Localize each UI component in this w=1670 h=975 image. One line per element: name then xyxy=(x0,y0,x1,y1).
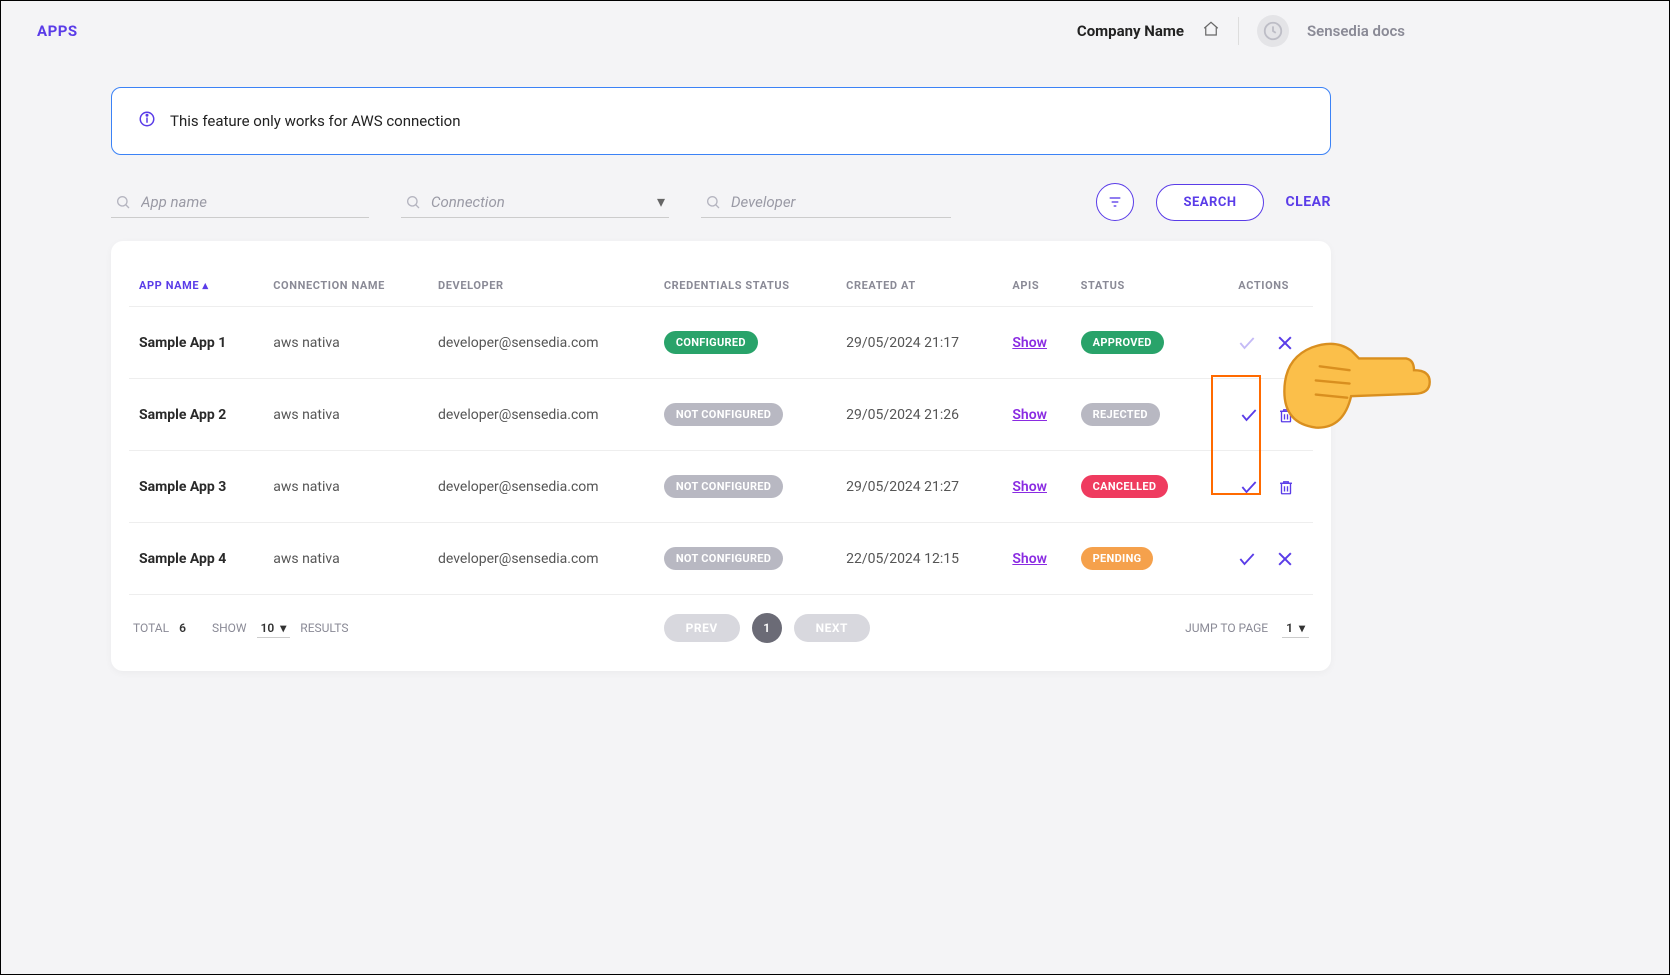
home-icon[interactable] xyxy=(1202,20,1220,42)
filter-app-name[interactable] xyxy=(111,187,369,218)
banner-text: This feature only works for AWS connecti… xyxy=(170,112,461,130)
chevron-down-icon[interactable]: ▾ xyxy=(657,192,665,211)
cell-app-name: Sample App 2 xyxy=(129,379,263,451)
chevron-down-icon: ▾ xyxy=(280,621,286,635)
connection-input[interactable] xyxy=(431,193,630,211)
total-label: TOTAL xyxy=(133,621,169,635)
search-icon xyxy=(115,194,131,210)
cell-connection: aws nativa xyxy=(263,451,428,523)
info-banner: This feature only works for AWS connecti… xyxy=(111,87,1331,155)
cell-created: 22/05/2024 12:15 xyxy=(836,523,1002,595)
col-actions: ACTIONS xyxy=(1205,265,1313,307)
apps-table: APP NAME ▴ CONNECTION NAME DEVELOPER CRE… xyxy=(129,265,1313,595)
cell-created: 29/05/2024 21:26 xyxy=(836,379,1002,451)
cell-developer: developer@sensedia.com xyxy=(428,523,654,595)
pointing-hand-annotation xyxy=(1279,327,1439,437)
col-developer[interactable]: DEVELOPER xyxy=(428,265,654,307)
check-icon[interactable] xyxy=(1237,333,1257,353)
cell-cred-status: CONFIGURED xyxy=(654,307,836,379)
jump-select[interactable]: 1▾ xyxy=(1282,619,1309,638)
results-label: RESULTS xyxy=(300,621,348,635)
company-name: Company Name xyxy=(1077,22,1184,40)
cell-cred-status: NOT CONFIGURED xyxy=(654,451,836,523)
cell-created: 29/05/2024 21:27 xyxy=(836,451,1002,523)
table-row[interactable]: Sample App 1 aws nativa developer@sensed… xyxy=(129,307,1313,379)
apis-show-link[interactable]: Show xyxy=(1012,407,1047,423)
cell-developer: developer@sensedia.com xyxy=(428,379,654,451)
avatar[interactable] xyxy=(1257,15,1289,47)
cell-connection: aws nativa xyxy=(263,523,428,595)
table-row[interactable]: Sample App 4 aws nativa developer@sensed… xyxy=(129,523,1313,595)
table-row[interactable]: Sample App 2 aws nativa developer@sensed… xyxy=(129,379,1313,451)
filter-connection[interactable]: ▾ xyxy=(401,186,669,218)
cell-cred-status: NOT CONFIGURED xyxy=(654,379,836,451)
cell-cred-status: NOT CONFIGURED xyxy=(654,523,836,595)
sort-asc-icon: ▴ xyxy=(203,279,209,292)
apis-show-link[interactable]: Show xyxy=(1012,479,1047,495)
clear-button[interactable]: CLEAR xyxy=(1286,194,1331,210)
show-label: SHOW xyxy=(212,621,247,635)
cell-status: PENDING xyxy=(1071,523,1206,595)
next-button[interactable]: NEXT xyxy=(794,614,870,642)
col-cred-status[interactable]: CREDENTIALS STATUS xyxy=(654,265,836,307)
apis-show-link[interactable]: Show xyxy=(1012,551,1047,567)
cell-status: REJECTED xyxy=(1071,379,1206,451)
prev-button[interactable]: PREV xyxy=(664,614,740,642)
cell-app-name: Sample App 1 xyxy=(129,307,263,379)
page-title: APPS xyxy=(37,22,78,40)
col-created[interactable]: CREATED AT xyxy=(836,265,1002,307)
app-name-input[interactable] xyxy=(141,193,340,211)
divider xyxy=(1238,17,1239,45)
close-icon[interactable] xyxy=(1275,549,1295,569)
col-apis[interactable]: APIS xyxy=(1002,265,1070,307)
filter-icon xyxy=(1107,194,1123,210)
jump-label: JUMP TO PAGE xyxy=(1185,621,1268,635)
total-value: 6 xyxy=(179,621,186,635)
apis-show-link[interactable]: Show xyxy=(1012,335,1047,351)
check-icon[interactable] xyxy=(1239,405,1259,425)
cell-connection: aws nativa xyxy=(263,307,428,379)
col-status[interactable]: STATUS xyxy=(1071,265,1206,307)
filter-developer[interactable] xyxy=(701,187,951,218)
developer-input[interactable] xyxy=(731,193,930,211)
cell-app-name: Sample App 4 xyxy=(129,523,263,595)
chevron-down-icon: ▾ xyxy=(1299,621,1305,635)
show-select[interactable]: 10▾ xyxy=(257,619,291,638)
cell-status: APPROVED xyxy=(1071,307,1206,379)
cell-created: 29/05/2024 21:17 xyxy=(836,307,1002,379)
trash-icon[interactable] xyxy=(1277,477,1295,497)
search-icon xyxy=(705,194,721,210)
cell-app-name: Sample App 3 xyxy=(129,451,263,523)
cell-developer: developer@sensedia.com xyxy=(428,451,654,523)
check-icon[interactable] xyxy=(1239,477,1259,497)
col-connection[interactable]: CONNECTION NAME xyxy=(263,265,428,307)
page-number[interactable]: 1 xyxy=(752,613,782,643)
col-app-name[interactable]: APP NAME ▴ xyxy=(129,265,263,307)
results-panel: APP NAME ▴ CONNECTION NAME DEVELOPER CRE… xyxy=(111,241,1331,671)
cell-developer: developer@sensedia.com xyxy=(428,307,654,379)
filter-button[interactable] xyxy=(1096,183,1134,221)
cell-status: CANCELLED xyxy=(1071,451,1206,523)
search-icon xyxy=(405,194,421,210)
cell-connection: aws nativa xyxy=(263,379,428,451)
check-icon[interactable] xyxy=(1237,549,1257,569)
info-icon xyxy=(138,110,156,132)
table-row[interactable]: Sample App 3 aws nativa developer@sensed… xyxy=(129,451,1313,523)
docs-link[interactable]: Sensedia docs xyxy=(1307,22,1405,40)
search-button[interactable]: SEARCH xyxy=(1156,184,1263,221)
